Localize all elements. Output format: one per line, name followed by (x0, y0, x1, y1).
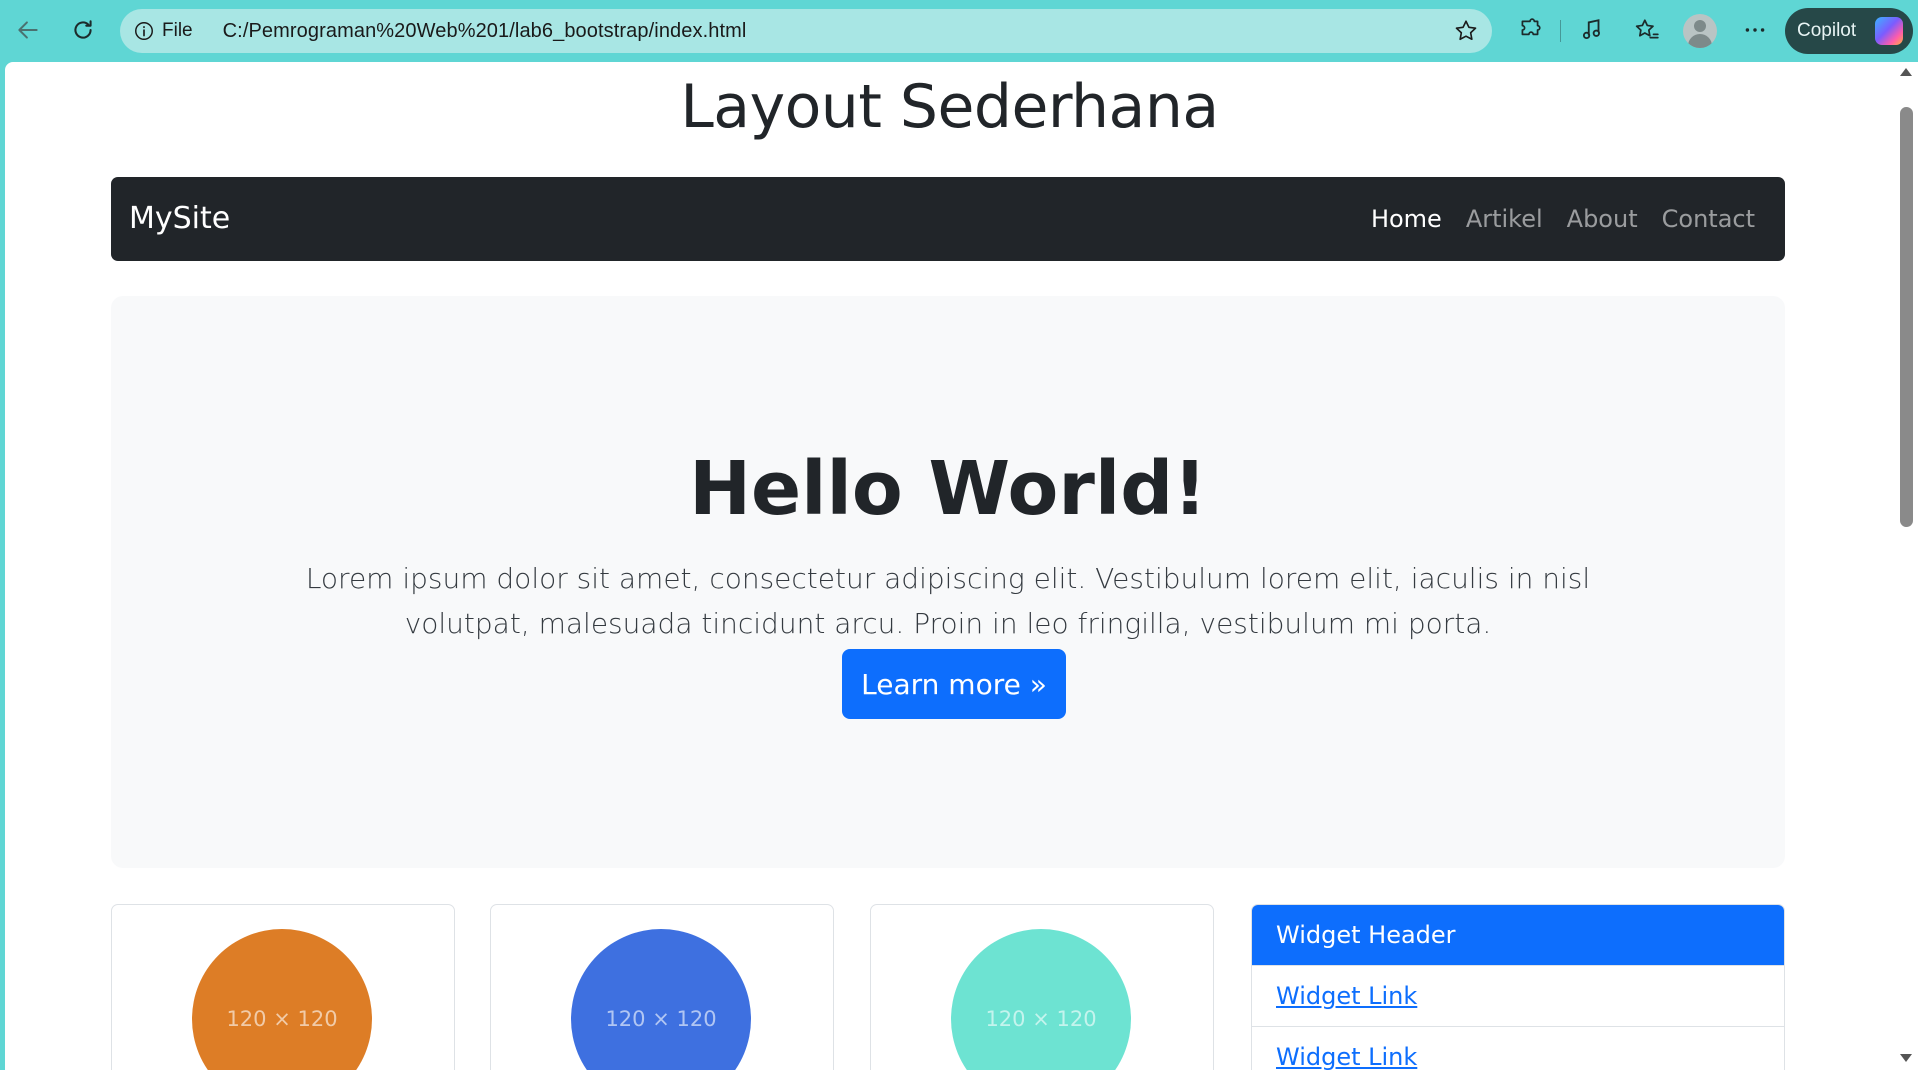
url-text[interactable]: C:/Pemrograman%20Web%201/lab6_bootstrap/… (223, 20, 747, 43)
ellipsis-icon (1745, 28, 1765, 32)
widget-header: Widget Header (1252, 905, 1784, 965)
puzzle-icon (1521, 18, 1541, 36)
widget-link[interactable]: Widget Link (1276, 1043, 1417, 1070)
nav-link-about[interactable]: About (1567, 205, 1638, 233)
placeholder-image: 120 × 120 (951, 929, 1131, 1070)
music-note-icon (1582, 19, 1600, 40)
avatar-body (1688, 34, 1712, 48)
image-card: 120 × 120 (111, 904, 455, 1070)
widget-link[interactable]: Widget Link (1276, 982, 1417, 1010)
copilot-logo-icon (1875, 17, 1903, 45)
hero-jumbotron: Hello World! Lorem ipsum dolor sit amet,… (111, 296, 1785, 868)
address-bar[interactable]: File C:/Pemrograman%20Web%201/lab6_boots… (120, 9, 1492, 53)
favorites-star-icon (1635, 19, 1659, 39)
info-icon[interactable] (132, 19, 156, 43)
learn-more-button[interactable]: Learn more » (842, 649, 1066, 719)
placeholder-image: 120 × 120 (571, 929, 751, 1070)
copilot-button[interactable]: Copilot (1785, 8, 1913, 54)
scroll-down-arrow-icon[interactable] (1900, 1054, 1912, 1062)
profile-avatar[interactable] (1683, 14, 1717, 48)
web-page: Layout Sederhana MySite Home Artikel Abo… (5, 62, 1894, 1070)
browser-viewport: Layout Sederhana MySite Home Artikel Abo… (5, 62, 1918, 1070)
nav-link-contact[interactable]: Contact (1662, 205, 1755, 233)
page-title: Layout Sederhana (680, 72, 1219, 142)
browser-toolbar: File C:/Pemrograman%20Web%201/lab6_boots… (0, 0, 1918, 62)
scroll-thumb[interactable] (1900, 107, 1913, 527)
extensions-button[interactable] (1510, 10, 1550, 50)
copilot-label: Copilot (1797, 20, 1857, 41)
more-menu-button[interactable] (1735, 10, 1775, 50)
hero-title: Hello World! (689, 446, 1207, 532)
favorite-star-icon[interactable] (1452, 17, 1480, 45)
nav-link-artikel[interactable]: Artikel (1466, 205, 1543, 233)
navbar-brand[interactable]: MySite (129, 201, 230, 236)
scroll-up-arrow-icon[interactable] (1900, 68, 1912, 76)
toolbar-divider (1560, 20, 1561, 42)
placeholder-image: 120 × 120 (192, 929, 372, 1070)
nav-link-home[interactable]: Home (1371, 205, 1442, 233)
back-button[interactable] (8, 10, 48, 50)
nav-links: Home Artikel About Contact (1371, 205, 1755, 233)
widget-panel: Widget Header Widget Link Widget Link (1251, 904, 1785, 1070)
refresh-button[interactable] (63, 10, 103, 50)
media-button[interactable] (1572, 10, 1612, 50)
file-scheme-label: File (162, 20, 193, 41)
refresh-icon (74, 20, 92, 39)
favorites-button[interactable] (1627, 10, 1667, 50)
back-arrow-icon (18, 21, 38, 39)
image-card: 120 × 120 (490, 904, 834, 1070)
widget-list-item: Widget Link (1252, 1026, 1784, 1070)
widget-list-item: Widget Link (1252, 965, 1784, 1026)
hero-text: Lorem ipsum dolor sit amet, consectetur … (305, 562, 1591, 640)
image-card: 120 × 120 (870, 904, 1214, 1070)
vertical-scrollbar[interactable] (1894, 62, 1918, 1070)
navbar: MySite Home Artikel About Contact (111, 177, 1785, 261)
avatar-head (1694, 20, 1706, 32)
